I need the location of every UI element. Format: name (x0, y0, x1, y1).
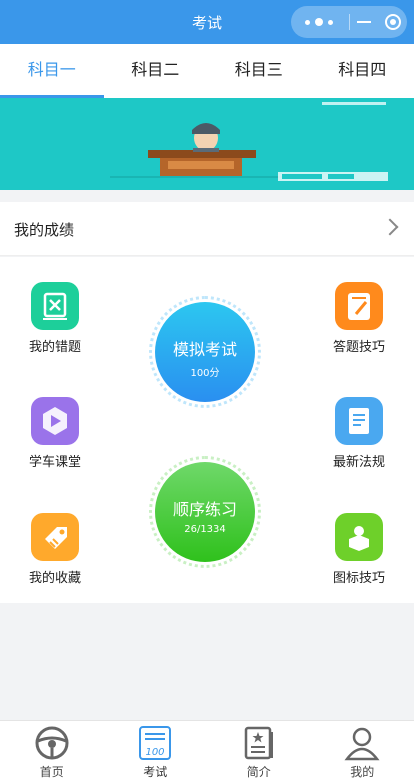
practice-ring (149, 456, 261, 568)
nav-intro[interactable]: 简介 (207, 721, 311, 780)
nav-home-label: 首页 (39, 765, 64, 779)
nav-profile[interactable]: 我的 (311, 721, 414, 780)
course-icon (31, 397, 79, 445)
title-bar: 考试 (0, 0, 414, 44)
answer-tips[interactable]: 答题技巧 (314, 282, 404, 355)
banner-image[interactable] (0, 98, 414, 190)
sign-tips[interactable]: 图标技巧 (314, 513, 404, 586)
my-wrong-questions[interactable]: 我的错题 (10, 282, 100, 355)
capsule-divider (349, 14, 350, 30)
tab-subject-3[interactable]: 科目三 (207, 44, 311, 98)
mock-exam-ring (149, 296, 261, 408)
nav-exam-label: 考试 (143, 765, 168, 779)
intro-icon (241, 725, 277, 761)
driving-course[interactable]: 学车课堂 (10, 397, 100, 470)
miniprogram-capsule (291, 6, 407, 38)
nav-intro-label: 简介 (246, 765, 271, 779)
tab-subject-1[interactable]: 科目一 (0, 44, 104, 98)
profile-icon (344, 725, 380, 761)
banner-illustration (0, 98, 414, 190)
signs-icon (335, 513, 383, 561)
latest-laws[interactable]: 最新法规 (314, 397, 404, 470)
svg-text:100: 100 (146, 747, 165, 758)
nav-home[interactable]: 首页 (0, 721, 104, 780)
my-favorites-label: 我的收藏 (28, 571, 81, 586)
latest-laws-label: 最新法规 (332, 455, 385, 470)
laws-icon (335, 397, 383, 445)
driving-course-label: 学车课堂 (28, 455, 81, 470)
steering-wheel-icon (34, 725, 70, 761)
minimize-icon[interactable] (357, 21, 371, 23)
function-grid: 我的错题 答题技巧 学车课堂 最新法规 我的收藏 图标技巧 模拟考试 100分 … (0, 257, 414, 603)
close-target-icon[interactable] (385, 14, 401, 30)
wrong-questions-icon (31, 282, 79, 330)
my-favorites[interactable]: 我的收藏 (10, 513, 100, 586)
exam-icon: 100 (137, 725, 173, 761)
nav-exam[interactable]: 100 考试 (104, 721, 208, 780)
my-score-row[interactable]: 我的成绩 (0, 202, 414, 256)
chevron-right-icon (381, 218, 399, 236)
sign-tips-label: 图标技巧 (332, 571, 385, 586)
answer-tips-icon (335, 282, 383, 330)
nav-profile-label: 我的 (350, 765, 375, 779)
answer-tips-label: 答题技巧 (332, 340, 385, 355)
sequential-practice-button[interactable]: 顺序练习 26/1334 (149, 456, 261, 568)
bottom-nav: 首页 100 考试 简介 我的 (0, 720, 414, 780)
more-icon[interactable] (303, 15, 337, 29)
favorites-icon (31, 513, 79, 561)
tab-subject-4[interactable]: 科目四 (311, 44, 414, 98)
mock-exam-button[interactable]: 模拟考试 100分 (149, 296, 261, 408)
subject-tabs: 科目一 科目二 科目三 科目四 (0, 44, 414, 98)
my-score-label: 我的成绩 (14, 221, 75, 239)
tab-subject-2[interactable]: 科目二 (104, 44, 208, 98)
my-wrong-questions-label: 我的错题 (28, 340, 81, 355)
